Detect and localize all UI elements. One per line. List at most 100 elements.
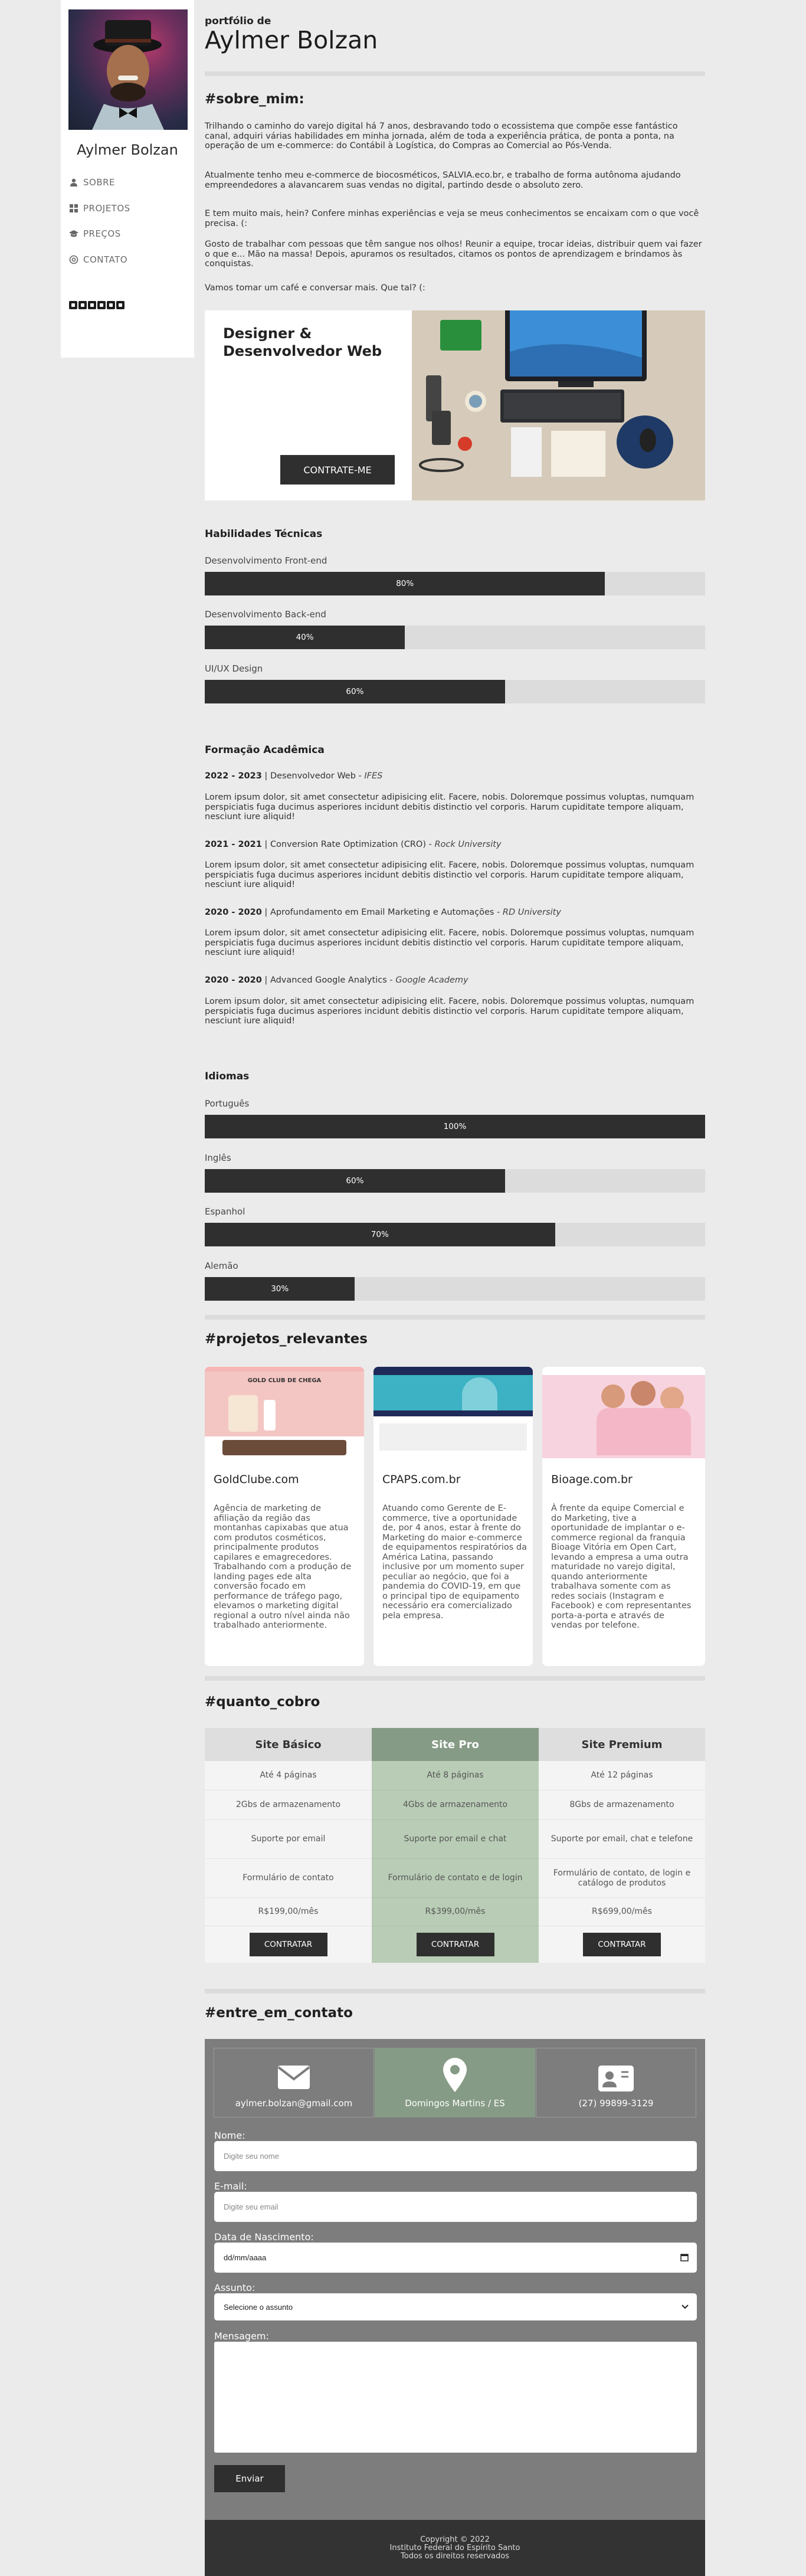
language-label: Inglês xyxy=(205,1153,231,1163)
about-paragraph: Trilhando o caminho do varejo digital há… xyxy=(205,122,678,150)
calendar-icon[interactable] xyxy=(680,2253,689,2263)
skill-bar-fill: 80% xyxy=(205,572,605,595)
at-sign-icon xyxy=(69,255,78,264)
submit-button[interactable]: Enviar xyxy=(214,2465,285,2492)
education-text: Lorem ipsum dolor, sit amet consectetur … xyxy=(205,997,694,1026)
instagram-icon[interactable] xyxy=(78,301,87,309)
map-pin-icon xyxy=(443,2058,467,2094)
project-screenshot xyxy=(542,1367,705,1458)
about-paragraph: Vamos tomar um café e conversar mais. Qu… xyxy=(205,283,425,293)
name-label: Nome: xyxy=(214,2130,245,2141)
project-screenshot xyxy=(373,1367,533,1458)
desk-photo xyxy=(412,310,705,500)
plan-price: R$399,00/mês xyxy=(372,1898,539,1926)
linkedin-icon[interactable] xyxy=(88,301,96,309)
facebook-icon[interactable] xyxy=(69,301,77,309)
contact-email-card[interactable]: aylmer.bolzan@gmail.com xyxy=(214,2048,374,2117)
skill-bar-track: 40% xyxy=(205,626,705,649)
nav-label: SOBRE xyxy=(83,177,116,188)
plan-storage: 4Gbs de armazenamento xyxy=(372,1791,539,1820)
contact-section: aylmer.bolzan@gmail.com Domingos Martins… xyxy=(205,2039,705,2520)
plan-support: Suporte por email, chat e telefone xyxy=(539,1820,705,1859)
contratar-button[interactable]: CONTRATAR xyxy=(249,1933,327,1956)
plan-name: Site Pro xyxy=(372,1728,539,1761)
education-heading: 2020 - 2020 | Aprofundamento em Email Ma… xyxy=(205,908,561,917)
footer-copyright: Copyright © 2022 xyxy=(420,2535,490,2544)
nav-label: PREÇOS xyxy=(83,228,121,239)
plan-storage: 2Gbs de armazenamento xyxy=(205,1791,372,1820)
hero-banner: Designer & Desenvolvedor Web CONTRATE-ME xyxy=(205,310,705,500)
education-heading: 2021 - 2021 | Conversion Rate Optimizati… xyxy=(205,840,502,849)
project-card[interactable]: Bioage.com.br À frente da equipe Comerci… xyxy=(542,1367,705,1666)
education-text: Lorem ipsum dolor, sit amet consectetur … xyxy=(205,860,694,889)
section-title-contact: #entre_em_contato xyxy=(205,2005,353,2021)
language-bar-track: 100% xyxy=(205,1115,705,1138)
social-links xyxy=(69,301,124,309)
project-card[interactable]: CPAPS.com.br Atuando como Gerente de E-c… xyxy=(373,1367,533,1666)
pinterest-icon[interactable] xyxy=(107,301,115,309)
project-banner-text: GOLD CLUB DE CHEGA xyxy=(247,1377,322,1384)
contact-phone-card[interactable]: (27) 99899-3129 xyxy=(536,2048,696,2117)
divider xyxy=(205,71,705,76)
education-heading: 2020 - 2020 | Advanced Google Analytics … xyxy=(205,976,468,985)
contact-location-card[interactable]: Domingos Martins / ES xyxy=(375,2048,535,2117)
education-text: Lorem ipsum dolor, sit amet consectetur … xyxy=(205,928,694,957)
divider xyxy=(205,1989,705,1994)
contratar-button[interactable]: CONTRATAR xyxy=(583,1933,661,1956)
project-screenshot: GOLD CLUB DE CHEGA xyxy=(205,1367,364,1458)
section-title-pricing: #quanto_cobro xyxy=(205,1694,320,1710)
nav-item-sobre[interactable]: SOBRE xyxy=(69,177,115,188)
project-card[interactable]: GOLD CLUB DE CHEGA GoldClube.com Agência… xyxy=(205,1367,364,1666)
envelope-icon xyxy=(277,2065,310,2092)
birthdate-label: Data de Nascimento: xyxy=(214,2231,314,2243)
skill-label: Desenvolvimento Back-end xyxy=(205,609,326,620)
project-title: CPAPS.com.br xyxy=(382,1473,461,1486)
plan-price: R$199,00/mês xyxy=(205,1898,372,1926)
nav-item-contato[interactable]: CONTATO xyxy=(69,254,127,265)
skill-label: UI/UX Design xyxy=(205,663,263,674)
email-label: E-mail: xyxy=(214,2181,247,2192)
divider xyxy=(205,1676,705,1681)
nav-item-precos[interactable]: PREÇOS xyxy=(69,228,121,239)
skill-bar-fill: 40% xyxy=(205,626,405,649)
contratar-button[interactable]: CONTRATAR xyxy=(416,1933,494,1956)
sidebar: Aylmer Bolzan SOBRE PROJETOS PREÇOS CONT… xyxy=(61,0,194,358)
skill-bar-track: 80% xyxy=(205,572,705,595)
plan-form: Formulário de contato e de login xyxy=(372,1859,539,1898)
skill-label: Desenvolvimento Front-end xyxy=(205,555,327,566)
skill-bar-track: 60% xyxy=(205,680,705,703)
language-bar-fill: 70% xyxy=(205,1223,555,1246)
plan-pages: Até 12 páginas xyxy=(539,1761,705,1791)
email-input[interactable]: Digite seu email xyxy=(214,2192,697,2222)
github-icon[interactable] xyxy=(97,301,106,309)
chevron-down-icon xyxy=(682,2303,689,2312)
language-bar-track: 30% xyxy=(205,1277,705,1301)
pricing-plan-basic: Site Básico Até 4 páginas 2Gbs de armaze… xyxy=(205,1728,372,1963)
nav-item-projetos[interactable]: PROJETOS xyxy=(69,203,130,214)
subject-select[interactable]: Selecione o assunto xyxy=(214,2293,697,2320)
project-description: Agência de marketing de afiliação da reg… xyxy=(214,1504,352,1630)
birthdate-input[interactable]: dd/mm/aaaa xyxy=(214,2243,697,2273)
contact-card-icon xyxy=(598,2065,634,2094)
project-description: Atuando como Gerente de E-commerce, tive… xyxy=(382,1504,527,1621)
plan-pages: Até 4 páginas xyxy=(205,1761,372,1791)
about-paragraph: Gosto de trabalhar com pessoas que têm s… xyxy=(205,240,702,269)
contact-phone: (27) 99899-3129 xyxy=(578,2098,654,2109)
hire-me-button[interactable]: CONTRATE-ME xyxy=(280,455,395,485)
page-kicker: portfólio de xyxy=(205,15,271,27)
plan-support: Suporte por email e chat xyxy=(372,1820,539,1859)
page-title: Aylmer Bolzan xyxy=(205,26,378,54)
name-input[interactable]: Digite seu nome xyxy=(214,2141,697,2171)
plan-price: R$699,00/mês xyxy=(539,1898,705,1926)
section-title-languages: Idiomas xyxy=(205,1071,250,1082)
section-title-projects: #projetos_relevantes xyxy=(205,1331,368,1347)
project-title: GoldClube.com xyxy=(214,1473,299,1486)
message-textarea[interactable] xyxy=(214,2342,697,2453)
graduation-cap-icon xyxy=(69,229,78,238)
plan-name: Site Básico xyxy=(205,1728,372,1761)
twitter-icon[interactable] xyxy=(116,301,124,309)
nav-label: CONTATO xyxy=(83,254,128,265)
language-label: Espanhol xyxy=(205,1206,245,1217)
education-heading: 2022 - 2023 | Desenvolvedor Web - IFES xyxy=(205,771,383,781)
profile-name: Aylmer Bolzan xyxy=(77,142,178,158)
